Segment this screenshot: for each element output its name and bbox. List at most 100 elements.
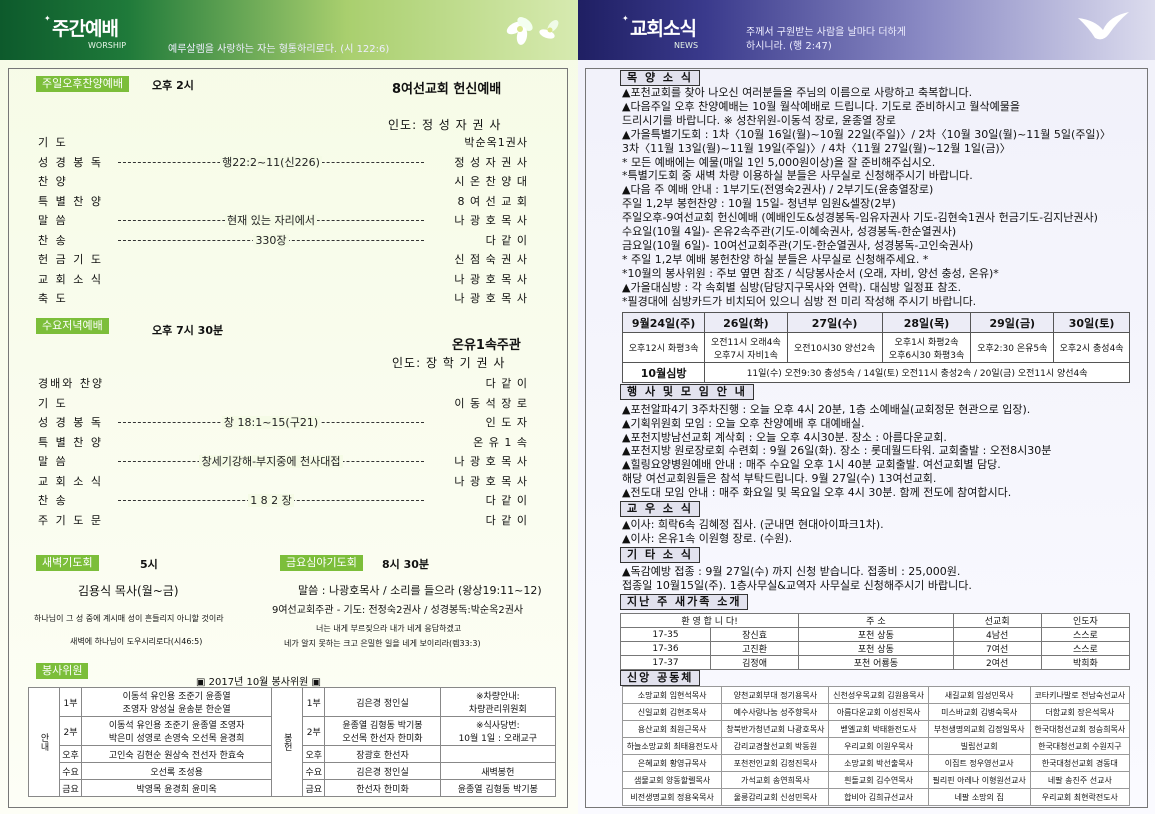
section-community: 신앙 공동체: [620, 670, 701, 686]
news-line: 드리시기를 바랍니다. ※ 성찬위원-이동석 장로, 윤종열 장로: [622, 113, 896, 127]
friday-verse-1: 너는 내게 부르짖으라 내가 네게 응답하겠고: [316, 624, 462, 633]
sunday-leader: 인도: 정 성 자 권 사: [388, 118, 502, 132]
newcomers-welcome: 환 영 합 니 다!: [619, 613, 800, 628]
volunteer-slot: 금요: [302, 779, 326, 797]
news-title: 교회소식: [630, 18, 697, 40]
newcomer-cell: 7여선: [952, 641, 1042, 656]
community-cell: 예수사랑나눔 성주향목사: [721, 703, 830, 721]
volunteer-note: [439, 745, 557, 763]
community-cell: 흰돌교회 김수연목사: [828, 771, 929, 789]
schedule-day: 26일(화): [704, 312, 788, 333]
volunteer-names: 이동석 유인용 조준기 윤종열 조영자 박은미 성영로 손영숙 오선목 윤경희: [80, 716, 273, 746]
schedule-day: 30일(토): [1053, 312, 1130, 333]
worship-verse: 예루살렘을 사랑하는 자는 형통하리로다. (시 122:6): [168, 44, 390, 55]
order-detail: 현재 있는 자리에서: [118, 212, 424, 228]
community-cell: 샘물교회 양동할렐목사: [621, 771, 723, 789]
community-row: 소망교회 임현석목사 양천교회부대 정기용목사 신천성우목교회 김원용목사 새길교회 …: [621, 686, 1131, 704]
order-detail: 행22:2~11(신226): [118, 154, 424, 170]
community-cell: 네팔 송진주 선교사: [1029, 771, 1131, 789]
dawn-time: 5시: [140, 558, 158, 571]
schedule-october: 10월심방 11일(수) 오전9:30 충성5속 / 14일(토) 오전11시 충…: [621, 362, 1130, 383]
community-cell: 가석교회 송연희목사: [721, 771, 830, 789]
community-cell: 신천성우목교회 김원용목사: [828, 686, 929, 704]
community-cell: 신일교회 김현조목사: [621, 703, 723, 721]
wednesday-order-row: 찬 송 1 8 2 장 다 같 이: [28, 492, 528, 510]
newcomers-table: 환 영 합 니 다! 주 소 선교회 인도자 17-35 장신효 포천 상동 4남선 스스로 17…: [619, 613, 1131, 670]
dawn-label: 새벽기도회: [36, 555, 99, 571]
schedule-day: 27일(수): [786, 312, 883, 333]
order-person: 나 광 호 목 사: [454, 474, 528, 488]
newcomer-cell: 고진환: [709, 641, 800, 656]
sunday-order-row: 특 별 찬 양 8 여 선 교 회: [28, 193, 528, 211]
offering-names: 김은경 정인실: [324, 762, 441, 780]
schedule-slot: 오후1시 화평2속 오후6시30 화평3속: [881, 332, 972, 363]
order-detail: 330장: [118, 232, 424, 248]
news-line: ▲가을대심방 : 각 속회별 심방(담당지구목사와 연락). 대심방 일정표 참…: [622, 280, 962, 294]
order-item: 성 경 봉 독: [38, 416, 103, 429]
community-cell: 양천교회부대 정기용목사: [721, 686, 830, 704]
section-other: 기 타 소 식: [620, 547, 700, 563]
newcomer-cell: 17-36: [620, 641, 711, 656]
sunday-order-row: 찬 양시 온 찬 양 대: [28, 173, 528, 191]
sunday-order-row: 찬 송 330장 다 같 이: [28, 232, 528, 250]
community-cell: 새길교회 임성민목사: [927, 686, 1031, 704]
schedule-day: 28일(목): [881, 312, 972, 333]
newcomer-cell: 스스로: [1040, 627, 1131, 642]
news-line: *10월의 봉사위원 : 주보 옆면 참조 / 식당봉사순서 (오래, 자비, …: [622, 266, 999, 280]
news-line: ▲독감예방 접종 : 9월 27일(수) 까지 신청 받습니다. 접종비 : 2…: [622, 565, 961, 578]
community-cell: 코타키나발로 전남숙선교사: [1029, 686, 1131, 704]
community-cell: 더함교회 장은석목사: [1029, 703, 1131, 721]
order-person: 나 광 호 목 사: [454, 455, 528, 468]
wednesday-order-row: 주 기 도 문다 같 이: [28, 512, 528, 530]
volunteer-note: 윤종열 김형동 박기봉: [439, 779, 557, 797]
volunteer-row: 안내 1부 이동석 유인용 조준기 윤종열 조영자 양성실 윤송분 한순열 봉헌 1부 김…: [28, 687, 557, 797]
volunteer-slot: 수요: [302, 762, 326, 780]
community-row: 용산교회 최원근목사 창북반가청년교회 나광호목사 벧엘교회 박태환전도사 부천생명의…: [621, 720, 1131, 738]
order-person: 다 같 이: [485, 377, 528, 390]
community-cell: 감리교경찰선교회 박동원: [721, 737, 830, 755]
order-item: 찬 송: [38, 494, 68, 507]
volunteers-title: ▣ 2017년 10월 봉사위원 ▣: [196, 677, 321, 688]
wednesday-order-row: 말 씀 창세기강해-부지중에 천사대접 나 광 호 목 사: [28, 453, 528, 471]
order-detail-text: 330장: [253, 233, 289, 247]
order-person: 이 동 석 장 로: [454, 396, 528, 410]
worship-title: 주간예배: [52, 18, 119, 40]
sunday-order-row: 말 씀 현재 있는 자리에서 나 광 호 목 사: [28, 212, 528, 230]
newcomers-col: 주 소: [798, 613, 954, 628]
newcomer-cell: 포천 상동: [798, 627, 954, 642]
order-person: 8 여 선 교 회: [457, 194, 528, 208]
sunday-label: 주일오후찬양예배: [36, 76, 129, 92]
newcomer-cell: 2여선: [952, 655, 1042, 670]
friday-prayer: 9여선교회주관 - 기도: 전정숙2권사 / 성경봉독:박순옥2권사: [272, 605, 524, 616]
friday-sermon: 말씀 : 나광호목사 / 소리를 들으라 (왕상19:11~12): [298, 584, 542, 597]
community-cell: 우리교회 최현락전도사: [1029, 788, 1131, 806]
newcomer-cell: 김정애: [709, 655, 800, 670]
schedule-day: 9월24일(주): [621, 312, 706, 333]
dawn-verse-2: 새벽에 하나님이 도우시리로다(시46:5): [70, 637, 203, 646]
offering-header: 봉헌: [271, 687, 304, 797]
sparkle-icon: ✦: [44, 14, 51, 23]
news-line: 주일오후-9여선교회 헌신예배 (예배인도&성경봉독-임유자권사 기도-김현숙1…: [622, 211, 1098, 225]
volunteer-slot: 1부: [302, 687, 326, 717]
order-person: 다 같 이: [485, 494, 528, 507]
wednesday-time: 오후 7시 30분: [152, 324, 224, 337]
news-line: ▲이사: 희락6속 김혜정 집사. (군내면 현대아이파크1차).: [622, 518, 884, 531]
newcomer-cell: 4남선: [952, 627, 1042, 642]
order-item: 주 기 도 문: [38, 513, 103, 527]
community-cell: 한국대청선교회 경동대: [1029, 754, 1131, 772]
schedule-slot: 오후12시 화평3속: [621, 332, 706, 363]
newcomer-cell: 박희화: [1040, 655, 1131, 670]
order-item: 특 별 찬 양: [38, 194, 103, 208]
newcomers-col: 인도자: [1040, 613, 1131, 628]
order-item: 특 별 찬 양: [38, 435, 103, 449]
order-detail-text: 현재 있는 자리에서: [225, 214, 317, 227]
news-line: ▲다음주일 오후 찬양예배는 10월 월삭예배로 드립니다. 기도로 준비하시고…: [622, 99, 1021, 113]
newcomer-cell: 포천 상동: [798, 641, 954, 656]
community-cell: 은혜교회 황영규목사: [621, 754, 723, 772]
section-newcomers: 지난 주 새가족 소개: [620, 594, 749, 610]
community-cell: 하늘소망교회 최태용전도사: [621, 737, 723, 755]
community-cell: 창북반가청년교회 나광호목사: [721, 720, 830, 738]
order-item: 경배와 찬양: [38, 377, 105, 390]
news-line: 해당 여선교회원들은 참석 부탁드립니다. 9월 27일(수) 13여선교회.: [622, 472, 937, 485]
visitation-schedule: 9월24일(주) 26일(화) 27일(수) 28일(목) 29일(금) 30일(토) 오후…: [621, 312, 1130, 383]
